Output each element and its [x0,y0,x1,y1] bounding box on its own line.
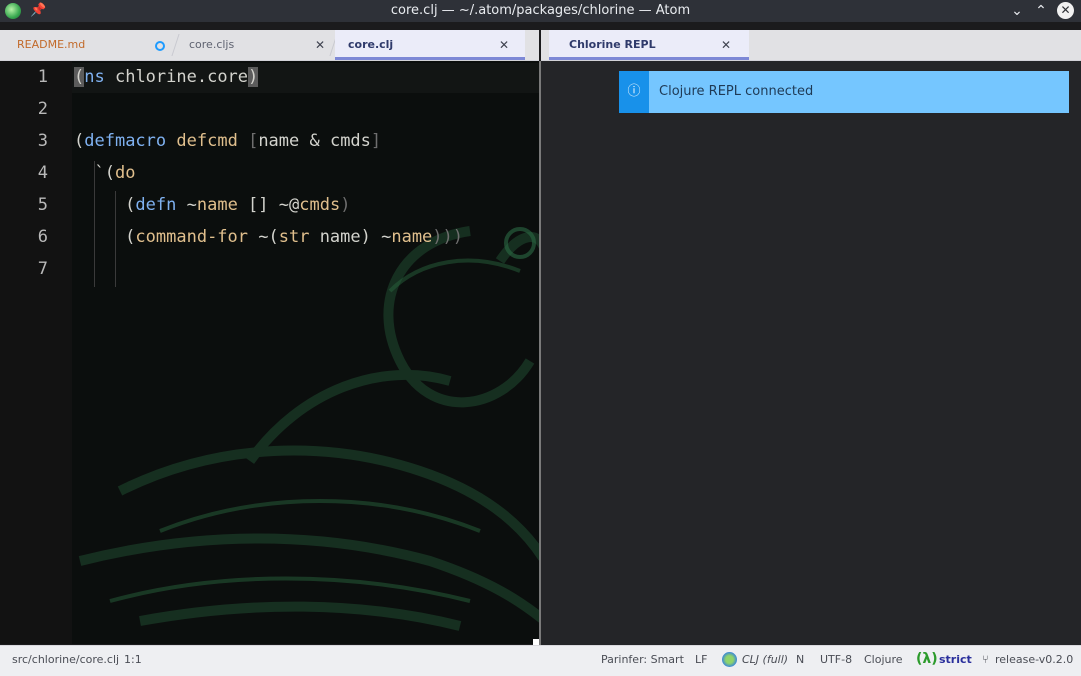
modified-indicator-icon [155,41,165,51]
line-number: 5 [37,195,48,215]
strict-mode[interactable]: strict [939,646,972,674]
code-editor[interactable]: 1 2 3 4 5 6 7 (ns chlorine.core) (defmac… [0,61,539,644]
close-tab-icon[interactable]: ✕ [499,30,509,60]
lambda-icon[interactable]: (λ) [916,646,938,672]
line-ending[interactable]: LF [695,646,707,674]
line-number: 1 [37,67,48,87]
line-number: 2 [37,99,48,119]
tab-readme[interactable]: README.md [0,30,175,60]
tab-label: README.md [17,38,86,51]
repl-pane[interactable]: ⓘ Clojure REPL connected [541,61,1081,645]
repl-tab-bar: Chlorine REPL ✕ [541,30,1081,61]
tab-label: core.cljs [189,38,235,51]
grammar[interactable]: Clojure [864,646,903,674]
line-number: 3 [37,131,48,151]
minimize-button[interactable]: ⌄ [1007,1,1027,21]
code-line: (ns chlorine.core) [74,67,259,87]
code-line: `(do [74,163,136,183]
close-tab-icon[interactable]: ✕ [315,30,325,60]
tab-label: core.clj [348,38,394,51]
code-line: (defmacro defcmd [name & cmds] [74,131,382,151]
tab-label: Chlorine REPL [569,38,656,51]
line-number: 7 [37,259,48,279]
status-bar: src/chlorine/core.clj 1:1 Parinfer: Smar… [0,645,1081,676]
tab-core-clj[interactable]: core.clj ✕ [335,30,525,60]
n-indicator[interactable]: N [796,646,804,674]
window-title: core.clj — ~/.atom/packages/chlorine — A… [390,3,691,18]
tab-core-cljs[interactable]: core.cljs ✕ [176,30,333,60]
title-bar: 📌 core.clj — ~/.atom/packages/chlorine —… [0,0,1081,22]
close-tab-icon[interactable]: ✕ [721,30,731,60]
code-line: (defn ~name [] ~@cmds) [74,195,351,215]
git-branch-icon: ⑂ [982,653,989,666]
notification-message: Clojure REPL connected [659,84,814,99]
info-icon: ⓘ [619,71,649,113]
git-branch[interactable]: release-v0.2.0 [995,646,1073,674]
code-line: (command-for ~(str name) ~name))) [74,227,464,247]
line-number: 4 [37,163,48,183]
line-number: 6 [37,227,48,247]
tab-chlorine-repl[interactable]: Chlorine REPL ✕ [549,30,749,60]
repl-mode-icon [722,652,737,667]
maximize-button[interactable]: ⌃ [1031,1,1051,21]
cursor-position[interactable]: 1:1 [124,646,142,674]
editor-tab-bar: README.md core.cljs ✕ core.clj ✕ [0,30,539,61]
parinfer-mode[interactable]: Parinfer: Smart [601,646,684,674]
encoding[interactable]: UTF-8 [820,646,852,674]
repl-mode[interactable]: CLJ (full) [742,646,788,674]
notification[interactable]: ⓘ Clojure REPL connected [619,71,1069,113]
file-path[interactable]: src/chlorine/core.clj [12,646,119,674]
close-window-button[interactable]: ✕ [1057,2,1074,19]
